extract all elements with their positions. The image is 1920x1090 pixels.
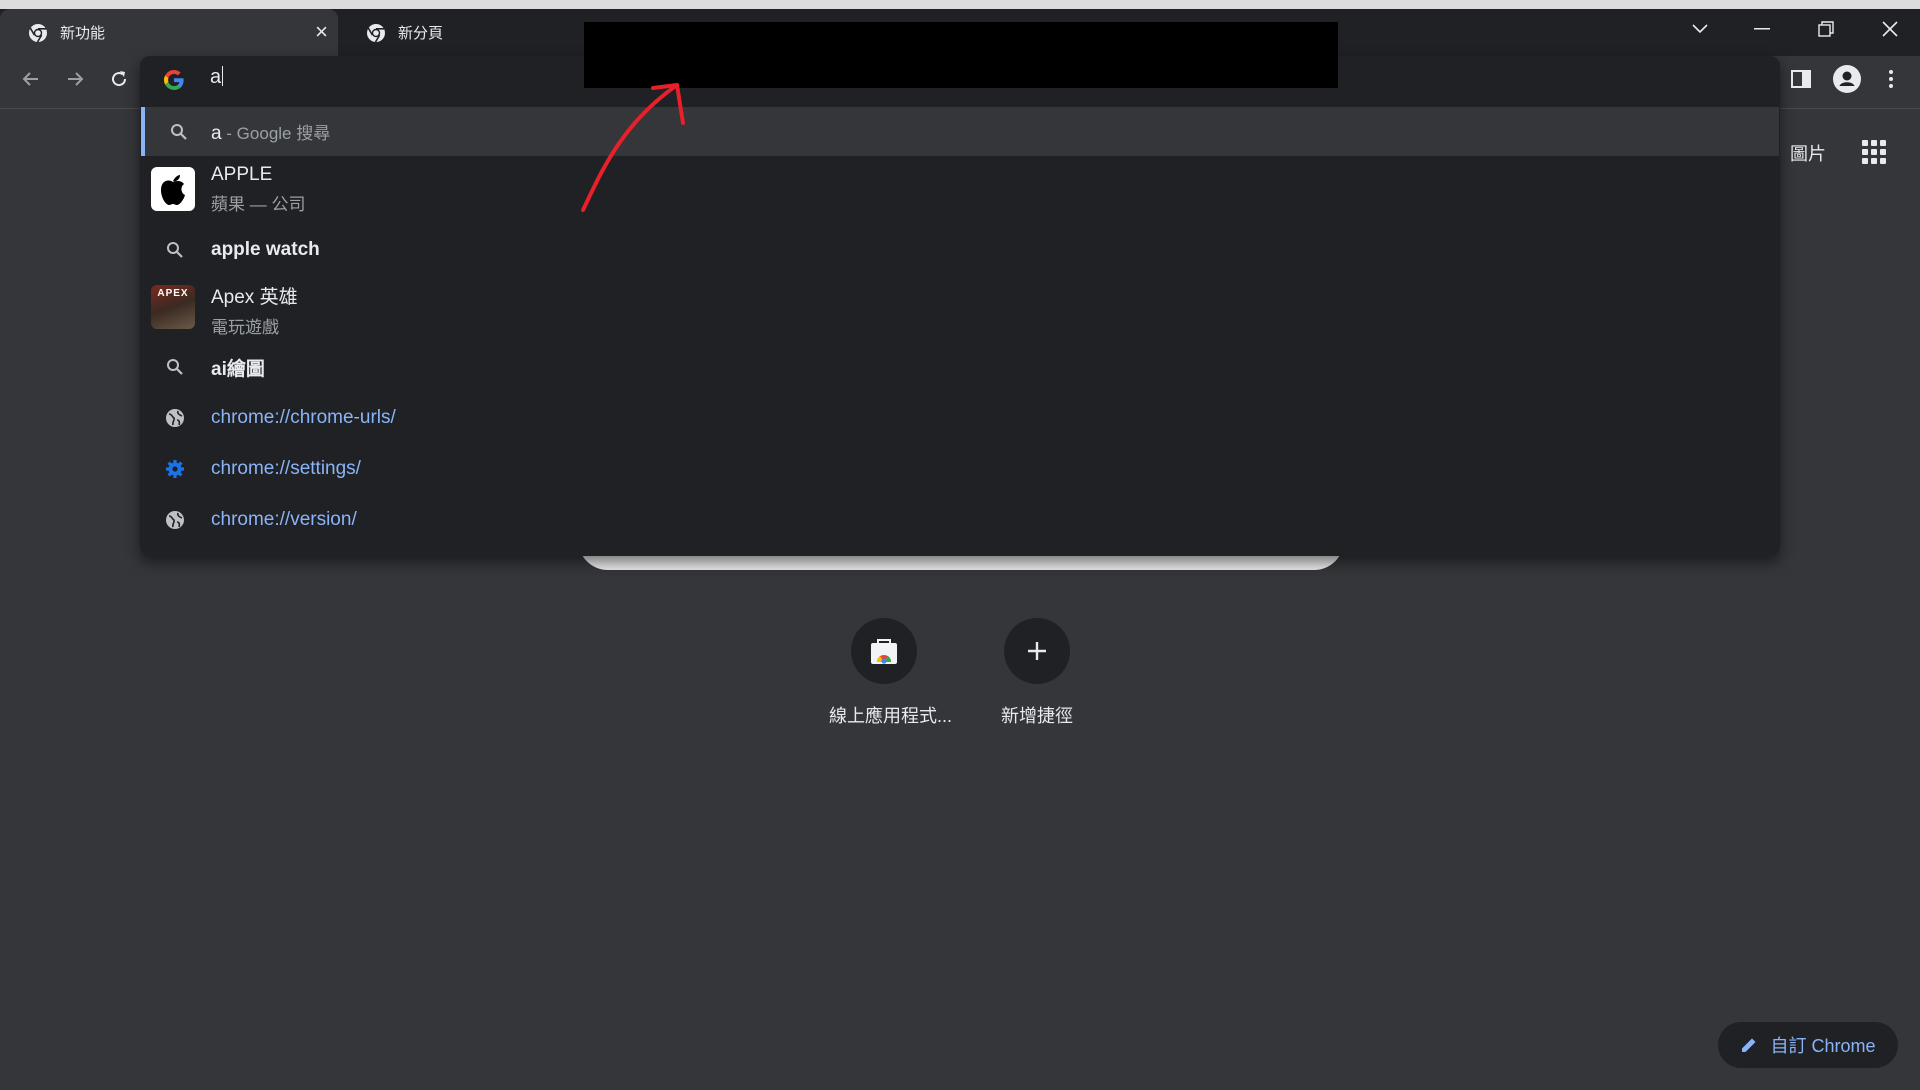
tab-new-features[interactable]: 新功能 × xyxy=(0,9,338,56)
images-link[interactable]: 圖片 xyxy=(1790,140,1826,166)
suggestion-row[interactable]: APPLE 蘋果 — 公司 xyxy=(141,160,1779,218)
menu-button[interactable] xyxy=(1876,64,1906,94)
apex-thumbnail-icon: APEX xyxy=(151,285,195,329)
suggestion-row[interactable]: chrome://version/ xyxy=(141,499,1779,541)
plus-icon xyxy=(1028,642,1046,660)
suggestion-title: Apex 英雄 xyxy=(211,287,298,308)
shortcut-tile xyxy=(851,618,917,684)
suggestion-text: apple watch xyxy=(211,239,320,260)
gear-icon xyxy=(163,457,187,481)
shortcut-add[interactable]: 新增捷徑 xyxy=(982,618,1092,728)
minimize-icon xyxy=(1754,28,1770,30)
globe-icon xyxy=(163,406,187,430)
suggestion-row[interactable]: a - Google 搜尋 xyxy=(141,107,1779,156)
shortcut-web-store[interactable]: 線上應用程式... xyxy=(829,618,953,728)
customize-chrome-button[interactable]: 自訂 Chrome xyxy=(1718,1022,1898,1068)
suggestion-row[interactable]: APEX Apex 英雄 電玩遊戲 xyxy=(141,278,1779,337)
reload-button[interactable] xyxy=(104,64,134,94)
restore-icon xyxy=(1818,21,1834,37)
tab-close-icon[interactable]: × xyxy=(315,21,328,43)
arrow-left-icon xyxy=(22,72,38,86)
web-store-icon xyxy=(871,639,897,664)
window-top-strip xyxy=(0,0,1920,9)
suggestion-text: a xyxy=(211,122,222,144)
search-icon xyxy=(167,120,191,144)
apple-logo-icon xyxy=(151,167,195,211)
chrome-icon xyxy=(29,23,47,42)
forward-button[interactable] xyxy=(60,64,90,94)
arrow-right-icon xyxy=(68,72,84,86)
suggestion-url: chrome://version/ xyxy=(211,509,357,530)
side-panel-button[interactable] xyxy=(1786,64,1816,94)
omnibox-text: a xyxy=(210,66,222,88)
suggestion-subtitle: 蘋果 — 公司 xyxy=(211,195,306,214)
chevron-down-icon xyxy=(1692,24,1708,34)
annotation-arrow-icon xyxy=(581,83,685,212)
restore-button[interactable] xyxy=(1798,9,1854,49)
suggestion-row[interactable]: chrome://chrome-urls/ xyxy=(141,397,1779,439)
suggestion-text: ai繪圖 xyxy=(211,358,265,380)
minimize-button[interactable] xyxy=(1734,9,1790,49)
suggestion-row[interactable]: ai繪圖 xyxy=(141,346,1779,388)
suggestion-url: chrome://chrome-urls/ xyxy=(211,407,396,428)
tab-title: 新功能 xyxy=(60,25,106,42)
tab-title: 新分頁 xyxy=(398,25,444,42)
suggestion-row[interactable]: apple watch xyxy=(141,229,1779,271)
redaction-box xyxy=(584,22,1338,88)
chrome-icon xyxy=(367,23,385,42)
shortcut-label: 線上應用程式... xyxy=(829,706,953,726)
reload-icon xyxy=(112,71,127,87)
tab-search-button[interactable] xyxy=(1672,9,1728,49)
pencil-icon xyxy=(1742,1038,1756,1052)
side-panel-icon xyxy=(1791,70,1811,88)
google-g-icon xyxy=(164,69,184,91)
globe-icon xyxy=(163,508,187,532)
back-button[interactable] xyxy=(16,64,46,94)
search-icon xyxy=(163,238,187,262)
avatar-icon xyxy=(1833,65,1861,93)
customize-label: 自訂 Chrome xyxy=(1770,1036,1876,1056)
profile-button[interactable] xyxy=(1832,64,1862,94)
shortcut-tile xyxy=(1004,618,1070,684)
suggestion-url: chrome://settings/ xyxy=(211,458,361,479)
text-caret xyxy=(222,66,224,86)
suggestion-title: APPLE xyxy=(211,164,273,185)
close-icon xyxy=(1882,21,1898,37)
apps-grid-icon[interactable] xyxy=(1862,140,1886,164)
close-window-button[interactable] xyxy=(1862,9,1918,49)
shortcut-label: 新增捷徑 xyxy=(1001,706,1073,726)
more-vertical-icon xyxy=(1889,70,1893,88)
apex-thumb-text: APEX xyxy=(157,288,189,299)
suggestion-subtitle: 電玩遊戲 xyxy=(211,318,279,337)
omnibox-input[interactable]: a xyxy=(210,66,224,89)
suggestion-row[interactable]: chrome://settings/ xyxy=(141,448,1779,490)
search-icon xyxy=(163,355,187,379)
suggestion-hint: - Google 搜尋 xyxy=(221,123,331,143)
